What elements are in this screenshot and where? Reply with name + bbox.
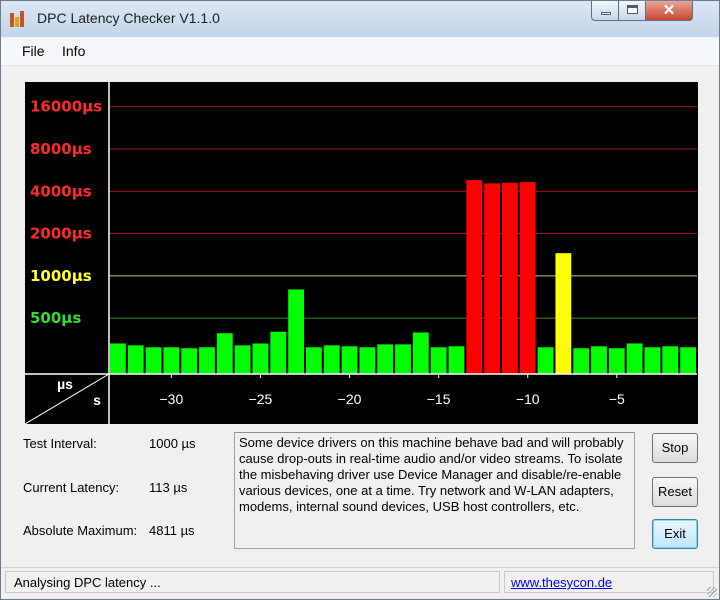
x-tick-label: −10 <box>516 391 540 407</box>
x-unit-label: s <box>93 392 101 408</box>
maximize-icon <box>627 5 638 14</box>
latency-bar <box>306 347 322 374</box>
status-link-pane: www.thesycon.de <box>504 571 714 593</box>
latency-bar <box>484 183 500 374</box>
y-tick-label: 16000µs <box>30 98 102 116</box>
status-text: Analysing DPC latency ... <box>5 571 500 593</box>
y-tick-label: 1000µs <box>30 267 92 285</box>
latency-bar <box>288 289 304 374</box>
latency-bar <box>644 347 661 374</box>
latency-bar <box>608 348 625 374</box>
title-bar[interactable]: DPC Latency Checker V1.1.0 ✕ <box>1 1 719 37</box>
latency-bar <box>270 331 287 374</box>
y-tick-label: 8000µs <box>30 140 92 158</box>
test-interval-label: Test Interval: <box>23 436 97 451</box>
latency-bar <box>359 347 376 374</box>
latency-bar <box>555 253 572 374</box>
latency-chart-svg: 16000µs 8000µs 4000µs 2000µs 1000µs 500µs −30 −… <box>25 82 697 424</box>
x-tick-label: −30 <box>159 391 183 407</box>
latency-bar <box>412 332 429 374</box>
y-tick-label: 2000µs <box>30 225 92 243</box>
x-tick-label: −25 <box>249 391 273 407</box>
status-bar: Analysing DPC latency ... www.thesycon.d… <box>1 567 719 599</box>
latency-bar <box>145 347 162 374</box>
latency-bar <box>626 343 643 374</box>
latency-bar <box>395 344 411 374</box>
exit-button[interactable]: Exit <box>652 519 698 549</box>
current-latency-value: 113 µs <box>149 480 188 495</box>
latency-bar <box>537 347 554 374</box>
menu-info[interactable]: Info <box>62 43 85 59</box>
website-link[interactable]: www.thesycon.de <box>511 575 612 590</box>
latency-bar <box>163 347 180 374</box>
latency-bar <box>216 333 233 374</box>
menu-file[interactable]: File <box>22 43 45 59</box>
latency-bar <box>662 346 679 374</box>
x-tick-label: −15 <box>427 391 451 407</box>
latency-bar <box>110 343 126 374</box>
app-window: DPC Latency Checker V1.1.0 ✕ File Info 1… <box>0 0 720 600</box>
latency-bar <box>252 343 269 374</box>
y-tick-label: 500µs <box>30 309 81 327</box>
latency-chart: 16000µs 8000µs 4000µs 2000µs 1000µs 500µs −30 −… <box>25 82 698 424</box>
latency-bar <box>127 345 144 374</box>
resize-grip[interactable] <box>707 587 717 597</box>
latency-bar <box>341 346 358 374</box>
y-tick-label: 4000µs <box>30 182 92 200</box>
latency-bar <box>430 347 447 374</box>
latency-bar <box>502 182 518 374</box>
close-icon: ✕ <box>662 2 676 19</box>
latency-bar <box>323 345 340 374</box>
window-title: DPC Latency Checker V1.1.0 <box>37 10 220 26</box>
absolute-maximum-label: Absolute Maximum: <box>23 523 138 538</box>
latency-bar <box>181 348 198 374</box>
y-unit-label: µs <box>57 376 73 392</box>
latency-bar <box>234 345 251 374</box>
latency-bar <box>591 346 607 374</box>
absolute-maximum-value: 4811 µs <box>149 523 195 538</box>
maximize-button[interactable] <box>618 1 646 21</box>
minimize-button[interactable] <box>591 1 619 21</box>
diagnostic-message: Some device drivers on this machine beha… <box>234 432 635 549</box>
x-tick-label: −5 <box>609 391 625 407</box>
latency-bar <box>199 347 215 374</box>
stop-button[interactable]: Stop <box>652 433 698 463</box>
reset-button[interactable]: Reset <box>652 477 698 507</box>
latency-bar <box>377 344 394 374</box>
latency-bar <box>519 182 536 374</box>
minimize-icon <box>601 12 611 15</box>
close-button[interactable]: ✕ <box>645 1 693 21</box>
x-tick-label: −20 <box>338 391 362 407</box>
menu-bar: File Info <box>1 37 719 66</box>
latency-bar <box>573 348 590 374</box>
app-icon <box>10 11 28 27</box>
latency-bar <box>466 180 483 374</box>
latency-bar <box>448 346 465 374</box>
current-latency-label: Current Latency: <box>23 480 120 495</box>
test-interval-value: 1000 µs <box>149 436 196 451</box>
latency-bar <box>680 347 696 374</box>
